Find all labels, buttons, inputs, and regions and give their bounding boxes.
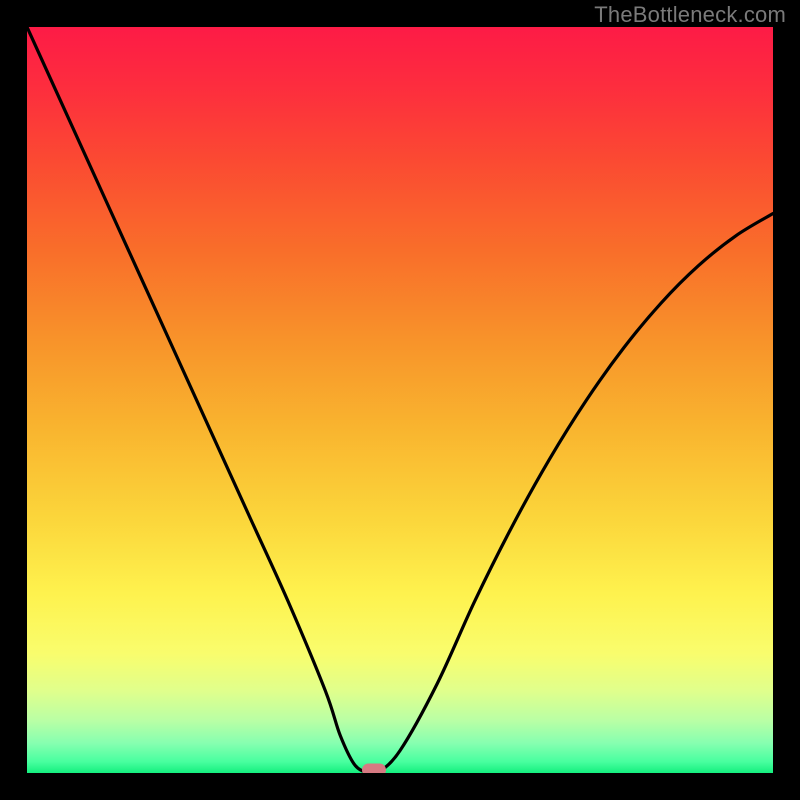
watermark-text: TheBottleneck.com bbox=[594, 2, 786, 28]
chart-frame: TheBottleneck.com bbox=[0, 0, 800, 800]
plot-area bbox=[27, 27, 773, 773]
bottleneck-curve bbox=[27, 27, 773, 773]
optimal-point-marker bbox=[362, 764, 386, 773]
